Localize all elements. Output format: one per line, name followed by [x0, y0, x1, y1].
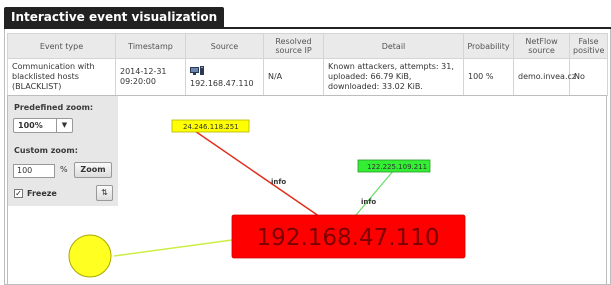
- zoom-button[interactable]: Zoom: [74, 162, 112, 178]
- source-ip[interactable]: 192.168.47.110: [190, 79, 254, 88]
- predefined-zoom-label: Predefined zoom:: [14, 103, 94, 112]
- table-header-row: Event type Timestamp Source Resolved sou…: [7, 33, 608, 59]
- column-header-false-positive[interactable]: False positive: [569, 33, 608, 59]
- cell-netflow-source: demo.invea.cz: [513, 58, 576, 96]
- freeze-label: Freeze: [27, 189, 57, 198]
- node-a[interactable]: 24.246.118.251: [171, 119, 250, 133]
- column-header-event-type[interactable]: Event type: [7, 33, 116, 59]
- column-header-detail[interactable]: Detail: [323, 33, 464, 59]
- computer-icon: [190, 65, 204, 79]
- cell-timestamp: 2014-12-31 09:20:00: [115, 58, 186, 96]
- freeze-checkbox[interactable]: ✓: [14, 189, 23, 198]
- column-header-probability[interactable]: Probability: [463, 33, 514, 59]
- node-circle[interactable]: [68, 234, 112, 278]
- reset-view-button[interactable]: ⇅: [96, 185, 113, 201]
- cell-false-positive: No: [569, 58, 608, 96]
- main-node-label: 192.168.47.110: [257, 225, 440, 251]
- edge-main-circle: [113, 239, 233, 257]
- zoom-control-panel: Predefined zoom: 100% ▼ Custom zoom: 100…: [8, 96, 118, 206]
- column-header-timestamp[interactable]: Timestamp: [115, 33, 186, 59]
- node-b[interactable]: 122.225.109.211: [357, 159, 431, 173]
- graph-canvas[interactable]: info info 24.246.118.251 122.225.109.211…: [7, 95, 607, 285]
- column-header-source[interactable]: Source: [185, 33, 264, 59]
- cell-resolved-ip: N/A: [263, 58, 324, 96]
- events-table: Event type Timestamp Source Resolved sou…: [7, 33, 608, 96]
- chevron-down-icon[interactable]: ▼: [56, 119, 72, 132]
- edge-main-node-b: [350, 169, 395, 222]
- node-a-label: 24.246.118.251: [183, 123, 239, 131]
- predefined-zoom-value: 100%: [18, 121, 43, 130]
- cell-source: 192.168.47.110: [185, 58, 264, 96]
- edge-label-b: info: [361, 198, 376, 206]
- percent-sign: %: [60, 165, 68, 174]
- section-title: Interactive event visualization: [4, 7, 225, 27]
- custom-zoom-input[interactable]: 100: [13, 164, 55, 178]
- refresh-icon: ⇅: [101, 188, 108, 197]
- edge-main-node-a: [191, 128, 327, 222]
- column-header-netflow-source[interactable]: NetFlow source: [513, 33, 570, 59]
- cell-probability: 100 %: [463, 58, 514, 96]
- custom-zoom-label: Custom zoom:: [14, 146, 78, 155]
- main-node[interactable]: 192.168.47.110: [231, 214, 466, 259]
- predefined-zoom-select[interactable]: 100% ▼: [13, 118, 73, 133]
- edge-label-a: info: [271, 178, 286, 186]
- cell-event-type: Communication with blacklisted hosts (BL…: [7, 58, 116, 96]
- table-row: Communication with blacklisted hosts (BL…: [7, 58, 608, 96]
- node-b-label: 122.225.109.211: [367, 163, 427, 171]
- column-header-resolved-ip[interactable]: Resolved source IP: [263, 33, 324, 59]
- cell-detail: Known attackers, attempts: 31, uploaded:…: [323, 58, 464, 96]
